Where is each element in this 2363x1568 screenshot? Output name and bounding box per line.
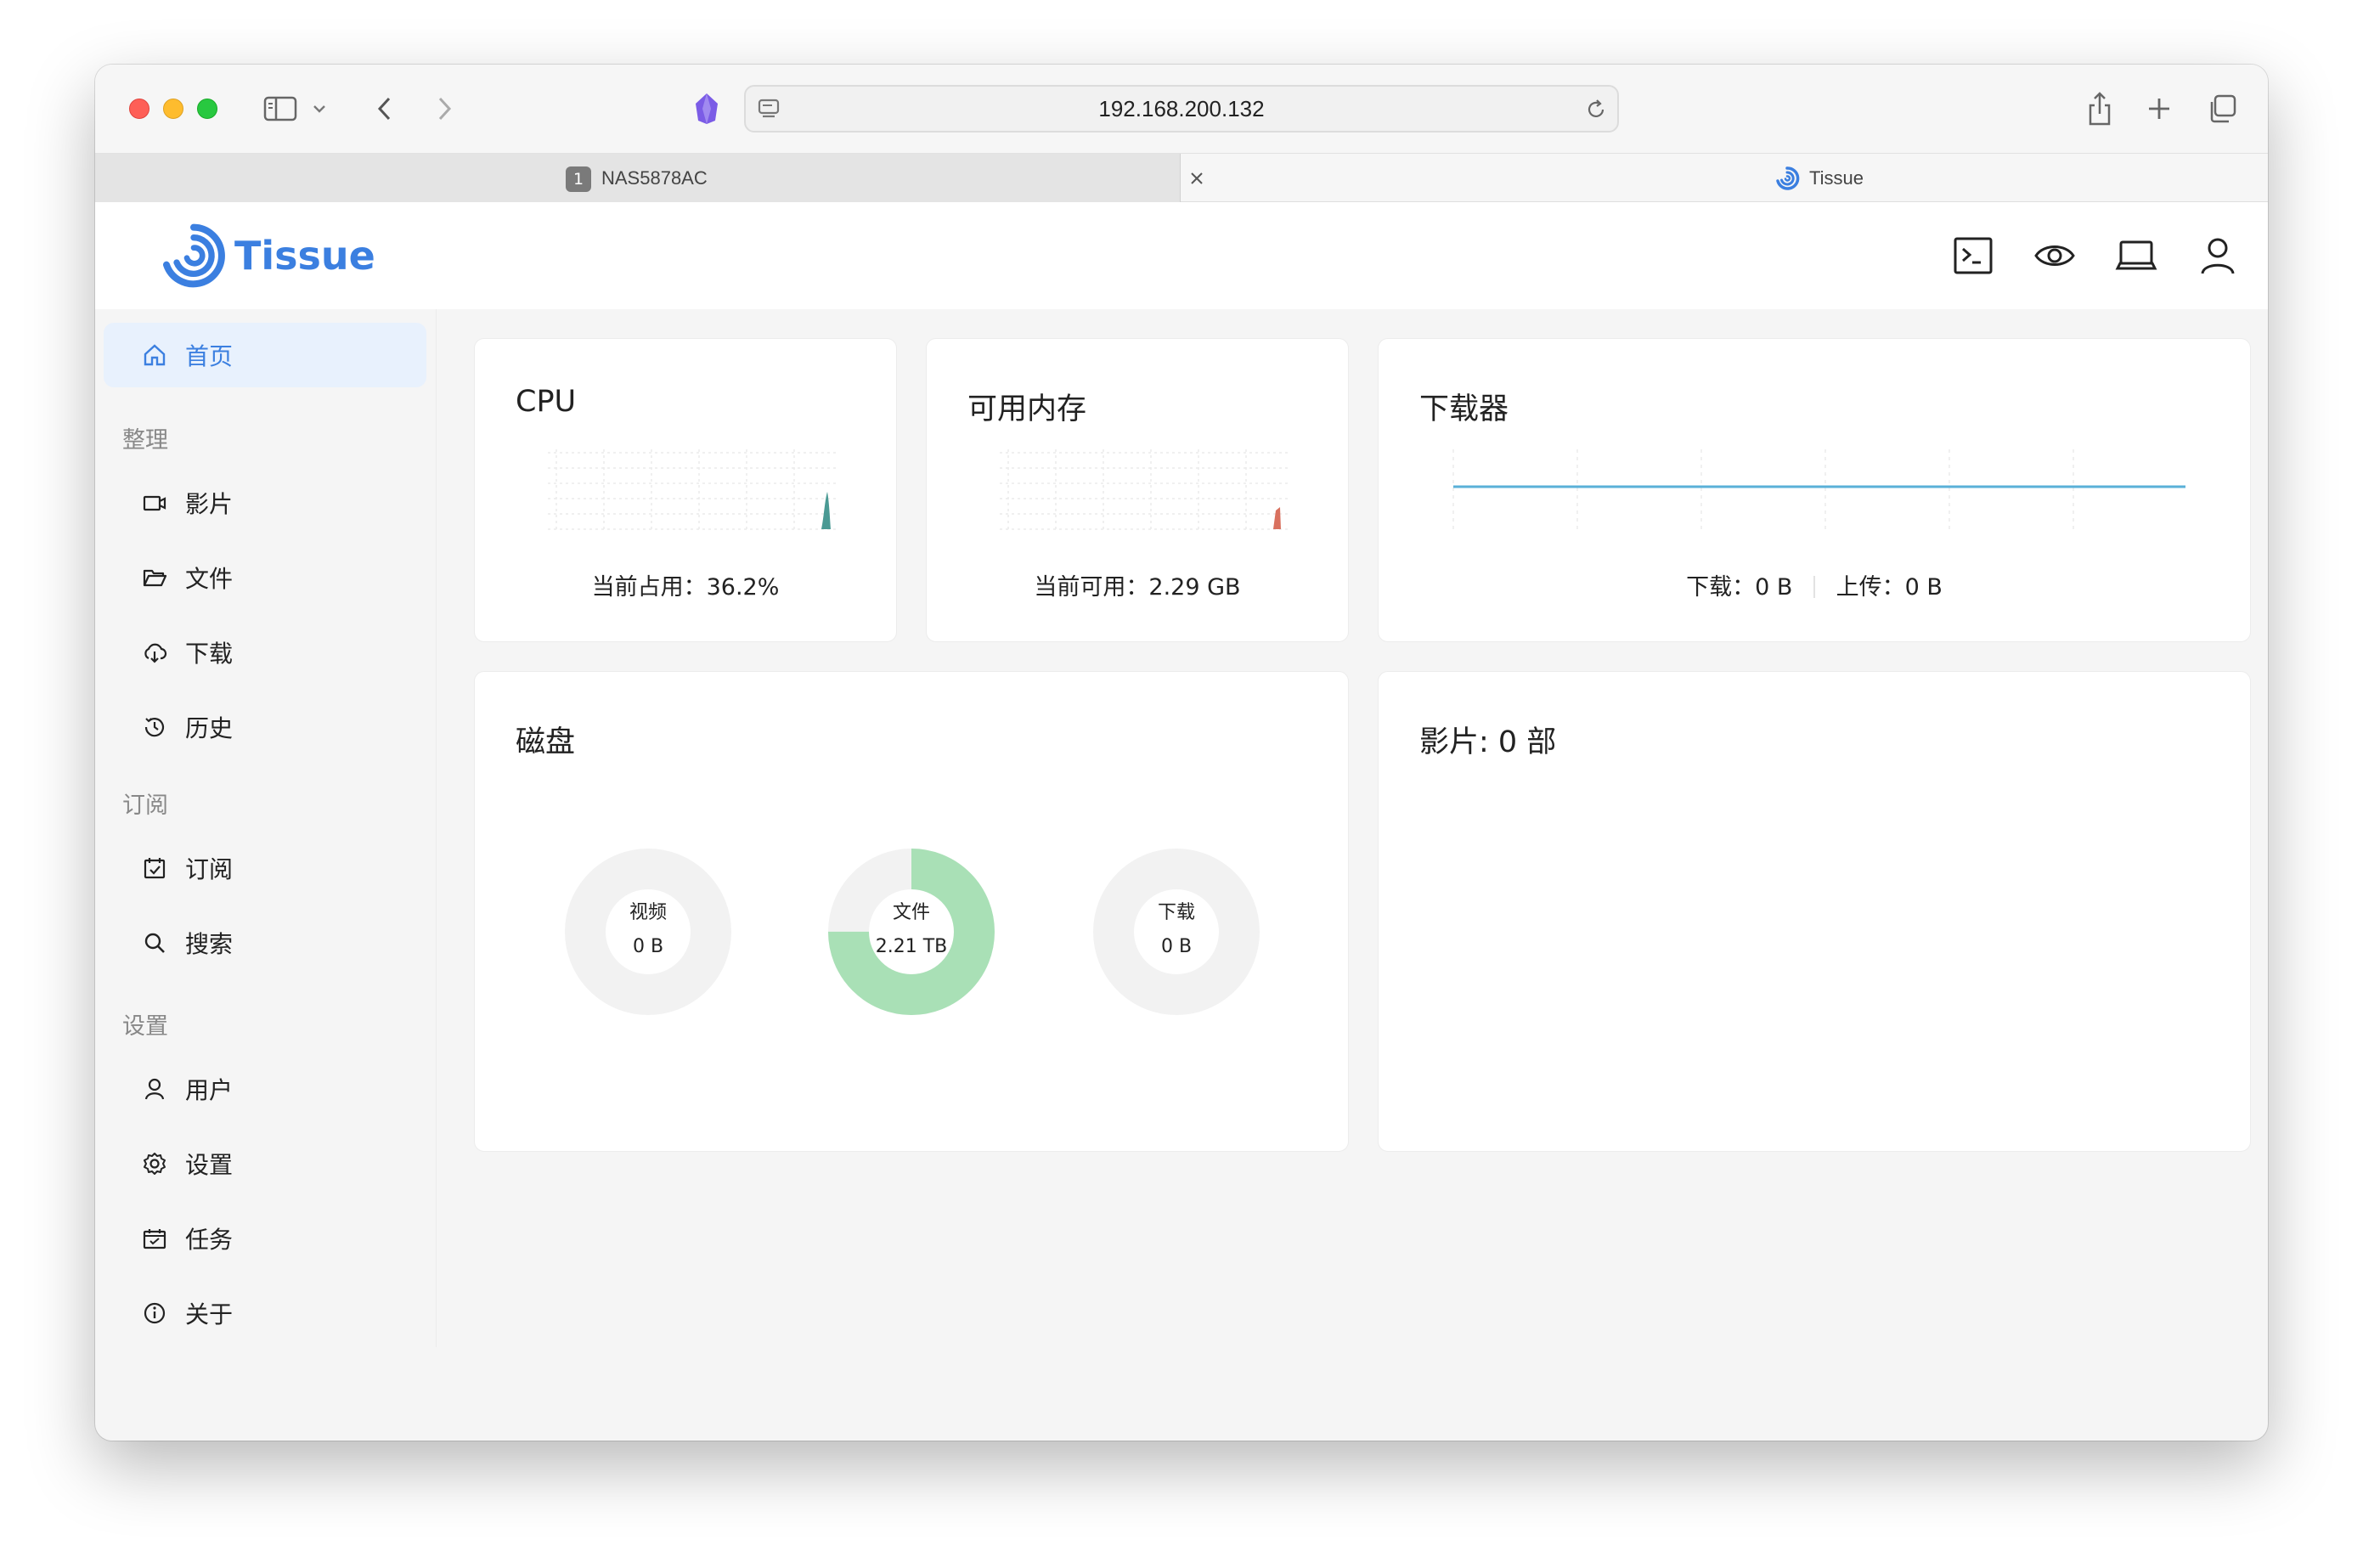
- gear-icon: [141, 1150, 168, 1177]
- tab-tissue[interactable]: Tissue: [1181, 154, 2268, 202]
- sidebar-item-label: 关于: [185, 1300, 234, 1328]
- search-icon: [141, 929, 168, 956]
- cpu-usage-spike: [821, 492, 831, 529]
- tab-tissue-label: Tissue: [1809, 167, 1864, 189]
- sidebar-group-title: 整理: [122, 427, 168, 454]
- disk-card-title: 磁盘: [516, 725, 576, 759]
- task-icon: [141, 1225, 168, 1252]
- donut-category: 文件: [892, 902, 930, 923]
- tab-nas[interactable]: 1 NAS5878AC: [95, 154, 1181, 202]
- brand-logo[interactable]: Tissue: [160, 223, 375, 288]
- cpu-usage-text: 当前占用：36.2%: [591, 574, 780, 601]
- movies-card-title: 影片: 0 部: [1419, 725, 1557, 759]
- minimize-window-button[interactable]: [163, 99, 183, 119]
- memory-card: 可用内存 当前可用：2.29 GB: [926, 338, 1349, 642]
- tab-overview-icon[interactable]: [2205, 92, 2239, 126]
- user-icon: [141, 1075, 168, 1103]
- tab-number-badge: 1: [566, 166, 591, 192]
- donut-video-label: 视频 0 B: [597, 896, 699, 964]
- sidebar-item-search[interactable]: 搜索: [104, 911, 426, 975]
- donut-value: 2.21 TB: [875, 936, 948, 957]
- sidebar-item-tasks[interactable]: 任务: [104, 1206, 426, 1271]
- close-window-button[interactable]: [129, 99, 149, 119]
- info-icon: [141, 1300, 168, 1327]
- sidebar-item-movies[interactable]: 影片: [104, 471, 426, 535]
- sidebar-item-label: 设置: [185, 1151, 234, 1179]
- sidebar-item-home[interactable]: 首页: [104, 323, 426, 387]
- sidebar-item-label: 文件: [185, 565, 234, 593]
- laptop-icon[interactable]: [2115, 234, 2157, 277]
- history-icon: [141, 713, 168, 741]
- browser-tab-bar: 1 NAS5878AC Tissue: [95, 153, 2268, 202]
- tissue-favicon-icon: [1774, 165, 1801, 192]
- sidebar: 首页 整理 影片 文件 下载 历史 订阅 订阅 搜索 设置 用户 设置 任务 关…: [95, 309, 437, 1347]
- url-text: 192.168.200.132: [1098, 96, 1265, 121]
- user-icon[interactable]: [2197, 234, 2239, 277]
- donut-download-label: 下载 0 B: [1125, 896, 1227, 964]
- downloader-card: 下载器 下载：0 B 上传：0 B: [1378, 338, 2251, 642]
- movies-card: 影片: 0 部: [1378, 671, 2251, 1152]
- tissue-logo-icon: [163, 223, 225, 288]
- sidebar-item-subscribe[interactable]: 订阅: [104, 836, 426, 900]
- sidebar-item-download[interactable]: 下载: [104, 620, 426, 685]
- folder-icon: [141, 564, 168, 591]
- tab-nas-label: NAS5878AC: [601, 167, 708, 189]
- brand-name: Tissue: [234, 233, 375, 279]
- download-speed-text: 下载：0 B: [1686, 574, 1793, 601]
- terminal-icon[interactable]: [1952, 234, 1994, 277]
- new-tab-icon[interactable]: [2144, 93, 2174, 124]
- sidebar-group-title: 订阅: [122, 792, 168, 819]
- eye-icon[interactable]: [2033, 234, 2076, 277]
- back-icon[interactable]: [372, 93, 398, 124]
- downloader-card-title: 下载器: [1419, 392, 1509, 426]
- memory-sparkline: [1000, 449, 1289, 531]
- sidebar-item-about[interactable]: 关于: [104, 1281, 426, 1345]
- sidebar-item-label: 用户: [185, 1076, 234, 1104]
- downloader-traffic-chart: [1452, 449, 2185, 531]
- cpu-sparkline: [548, 449, 837, 531]
- donut-files-label: 文件 2.21 TB: [860, 896, 962, 964]
- sidebar-item-label: 订阅: [185, 855, 234, 883]
- donut-value: 0 B: [632, 936, 664, 957]
- disk-card: 磁盘 视频 0 B 文件 2.21 TB 下载 0 B: [474, 671, 1349, 1152]
- cloud-download-icon: [141, 639, 168, 666]
- donut-category: 视频: [629, 902, 667, 923]
- sidebar-item-settings[interactable]: 设置: [104, 1131, 426, 1196]
- browser-toolbar: 192.168.200.132: [95, 65, 2268, 153]
- sidebar-item-label: 历史: [185, 714, 234, 742]
- cpu-card: CPU 当前占用：36.2%: [474, 338, 897, 642]
- sidebar-item-label: 搜索: [185, 930, 234, 958]
- sidebar-item-label: 影片: [185, 490, 234, 518]
- sidebar-item-users[interactable]: 用户: [104, 1057, 426, 1121]
- sidebar-item-history[interactable]: 历史: [104, 695, 426, 759]
- forward-icon[interactable]: [431, 93, 457, 124]
- extension-icon[interactable]: [690, 90, 724, 127]
- dashboard: CPU 当前占用：36.2% 可用内存 当前可用：2.29 GB 下载器 下载：…: [437, 309, 2268, 1441]
- browser-window: 192.168.200.132 1 NAS5878AC Tissue Tissu…: [95, 65, 2268, 1441]
- memory-card-title: 可用内存: [967, 392, 1087, 426]
- share-icon[interactable]: [2084, 88, 2115, 129]
- downloader-stats: 下载：0 B 上传：0 B: [1379, 568, 2250, 601]
- sidebar-item-label: 任务: [185, 1226, 234, 1254]
- stats-divider: [1813, 576, 1815, 598]
- donut-value: 0 B: [1160, 936, 1193, 957]
- app-header: Tissue: [95, 202, 2268, 309]
- calendar-check-icon: [141, 855, 168, 882]
- cpu-card-title: CPU: [516, 385, 577, 419]
- zoom-window-button[interactable]: [197, 99, 217, 119]
- home-icon: [141, 341, 168, 369]
- memory-usage-spike: [1273, 507, 1281, 529]
- sidebar-toggle-icon[interactable]: [262, 93, 299, 124]
- upload-speed-text: 上传：0 B: [1836, 574, 1943, 601]
- sidebar-item-label: 首页: [185, 342, 234, 370]
- address-bar[interactable]: 192.168.200.132: [744, 85, 1619, 133]
- reload-icon[interactable]: [1583, 97, 1609, 122]
- sidebar-item-label: 下载: [185, 640, 234, 668]
- chevron-down-icon[interactable]: [311, 100, 328, 117]
- sidebar-item-files[interactable]: 文件: [104, 545, 426, 610]
- memory-available-text: 当前可用：2.29 GB: [1034, 574, 1241, 601]
- video-icon: [141, 489, 168, 516]
- donut-category: 下载: [1157, 902, 1195, 923]
- sidebar-group-title: 设置: [122, 1013, 168, 1040]
